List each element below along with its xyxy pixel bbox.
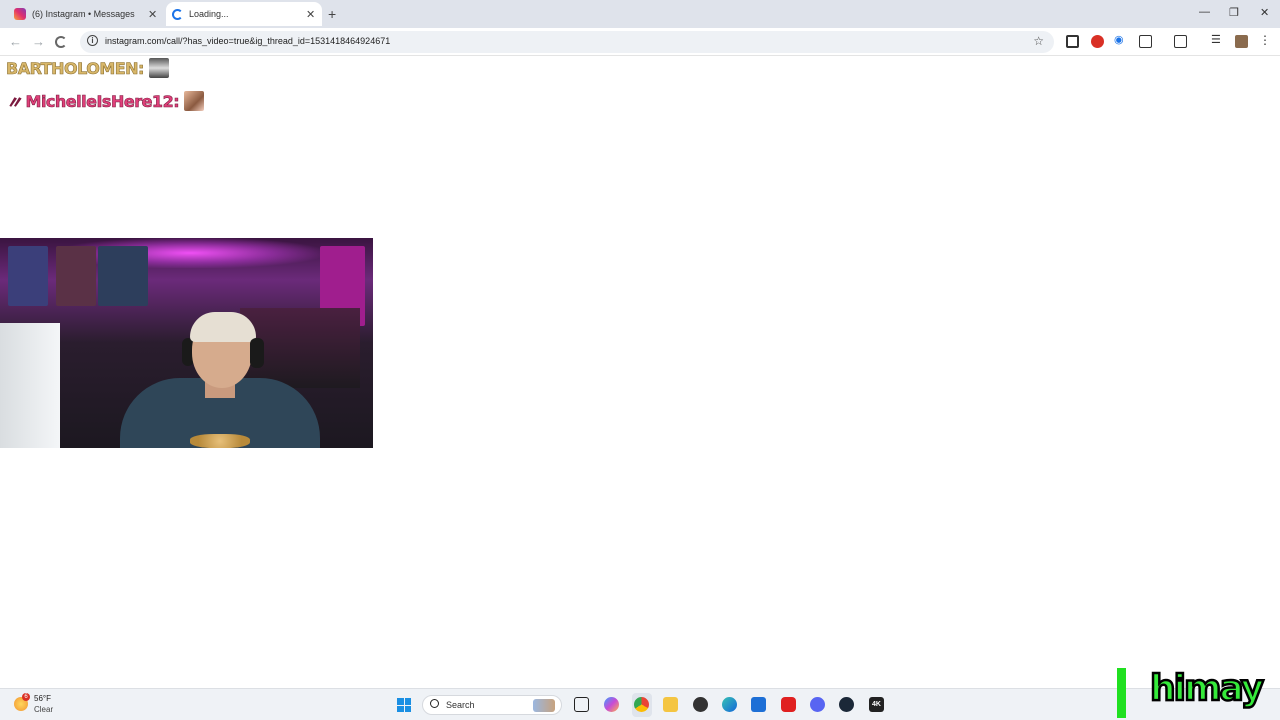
weather-temperature: 56°F xyxy=(34,694,51,703)
tab-title: Loading... xyxy=(189,9,229,19)
streamer-logo: himay xyxy=(1149,667,1266,711)
search-highlight-image xyxy=(533,699,555,712)
new-tab-button[interactable]: + xyxy=(328,6,336,22)
store-icon[interactable] xyxy=(751,697,766,712)
alert-username: BARTHOLOMEN: xyxy=(6,58,145,78)
file-explorer-icon[interactable] xyxy=(663,697,678,712)
tab-loading[interactable]: Loading... ✕ xyxy=(166,2,322,26)
food xyxy=(190,434,250,448)
wall-poster xyxy=(98,246,148,306)
cast-icon[interactable] xyxy=(1174,35,1187,48)
copilot-icon[interactable] xyxy=(604,697,619,712)
url-text[interactable]: instagram.com/call/?has_video=true&ig_th… xyxy=(105,36,390,46)
extension-audio-icon[interactable]: ◉ xyxy=(1114,33,1127,46)
address-bar[interactable]: i instagram.com/call/?has_video=true&ig_… xyxy=(80,31,1054,53)
tab-strip: (6) Instagram • Messages ✕ Loading... ✕ … xyxy=(0,0,1280,28)
tab-close-icon[interactable]: ✕ xyxy=(306,8,315,21)
stream-alert-bartholomen: BARTHOLOMEN: xyxy=(6,58,169,78)
headset-icon xyxy=(250,338,264,368)
wall-poster xyxy=(8,246,48,306)
tab-title: (6) Instagram • Messages xyxy=(32,9,135,19)
wall-poster xyxy=(56,246,96,306)
4k-video-icon[interactable]: 4K xyxy=(869,697,884,712)
alert-username: MichelleIsHere12: xyxy=(25,91,180,111)
profile-avatar[interactable] xyxy=(1235,35,1248,48)
tools-app-icon[interactable] xyxy=(693,697,708,712)
extension-icon[interactable] xyxy=(1066,35,1079,48)
youtube-icon[interactable] xyxy=(781,697,796,712)
site-info-icon[interactable]: i xyxy=(87,35,98,46)
webcam-video xyxy=(0,238,373,448)
door xyxy=(0,323,60,448)
loading-spinner-icon xyxy=(172,8,183,20)
discord-icon[interactable] xyxy=(810,697,825,712)
media-controls-icon[interactable]: ☰ xyxy=(1211,33,1224,46)
search-label: Search xyxy=(446,700,475,710)
tab-instagram-messages[interactable]: (6) Instagram • Messages ✕ xyxy=(8,2,164,26)
alert-thumbnail xyxy=(184,91,205,111)
alert-thumbnail xyxy=(148,58,169,78)
stop-loading-icon[interactable] xyxy=(55,36,67,48)
steam-icon[interactable] xyxy=(839,697,854,712)
notification-badge: 6 xyxy=(22,693,30,701)
task-view-icon[interactable] xyxy=(574,697,589,712)
restore-icon[interactable]: ❐ xyxy=(1229,6,1239,19)
minimize-icon[interactable]: — xyxy=(1199,6,1210,18)
browser-toolbar: ← → i instagram.com/call/?has_video=true… xyxy=(0,28,1280,56)
tab-close-icon[interactable]: ✕ xyxy=(148,8,157,21)
stream-alert-michelle: 〃 MichelleIsHere12: xyxy=(6,89,205,113)
extensions-puzzle-icon[interactable] xyxy=(1139,35,1152,48)
start-button[interactable] xyxy=(397,698,411,712)
windows-taskbar: 6 56°F Clear Search 4K xyxy=(0,688,1280,720)
taskbar-search[interactable]: Search xyxy=(422,695,562,715)
instagram-icon xyxy=(14,8,26,20)
back-icon[interactable]: ← xyxy=(9,34,22,49)
window-close-icon[interactable]: ✕ xyxy=(1260,6,1269,19)
weather-condition: Clear xyxy=(34,705,54,714)
cap xyxy=(190,312,256,342)
badge-icon: 〃 xyxy=(6,93,23,113)
search-icon xyxy=(430,699,439,708)
extension-red-icon[interactable] xyxy=(1091,35,1104,48)
forward-icon[interactable]: → xyxy=(32,34,45,49)
chrome-icon[interactable] xyxy=(634,697,649,712)
audio-meter xyxy=(1117,668,1126,718)
menu-kebab-icon[interactable]: ⋮ xyxy=(1259,33,1272,47)
bookmark-star-icon[interactable]: ☆ xyxy=(1033,34,1044,48)
edge-icon[interactable] xyxy=(722,697,737,712)
